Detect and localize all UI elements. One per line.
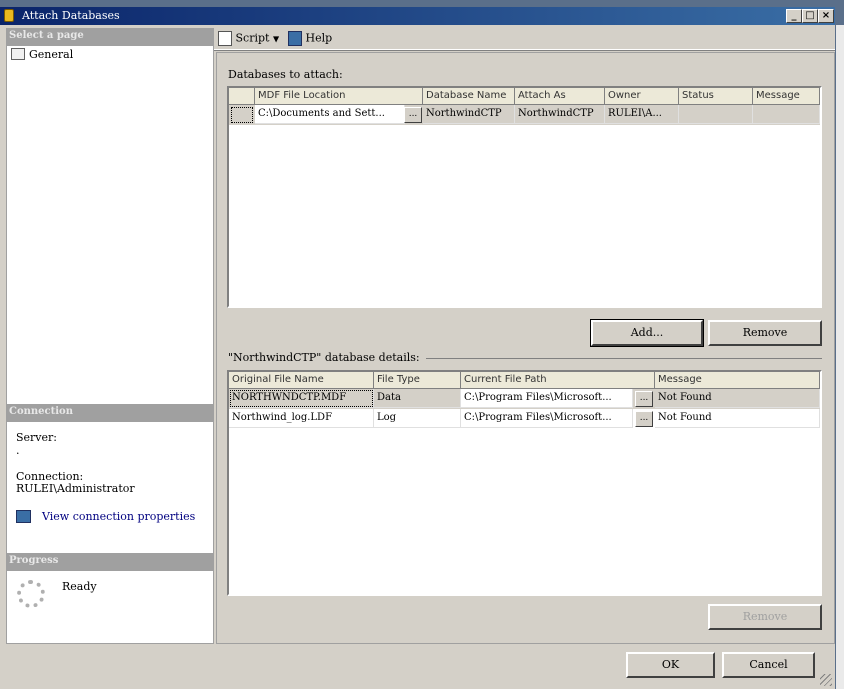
cell-file-type[interactable]: Log [374,409,461,428]
cell-original-file-name[interactable]: Northwind_log.LDF [229,409,374,428]
browse-path-button[interactable]: ... [635,411,653,427]
sidebar-item-general[interactable]: General [9,47,209,63]
col-owner[interactable]: Owner [605,88,679,105]
add-button[interactable]: Add... [590,319,704,347]
database-icon [4,9,14,22]
connection-value: RULEI\Administrator [16,482,135,495]
attach-section-label: Databases to attach: [228,68,343,81]
col-file-type[interactable]: File Type [374,372,461,389]
progress-header: Progress [6,553,214,571]
cell-current-file-path[interactable]: C:\Program Files\Microsoft... [461,409,633,428]
browse-mdf-button[interactable]: ... [404,107,422,123]
background-window-edge [836,25,844,689]
close-button[interactable]: × [818,9,834,23]
progress-status: Ready [62,580,97,593]
maximize-button[interactable]: □ [802,9,818,23]
remove-details-button[interactable]: Remove [708,604,822,630]
col-current-file-path[interactable]: Current File Path [461,372,655,389]
row-selector[interactable] [231,107,253,123]
cell-attach-as[interactable]: NorthwindCTP [515,105,605,124]
cell-file-type[interactable]: Data [374,389,461,408]
minimize-button[interactable]: _ [786,9,802,23]
help-label: Help [305,31,333,45]
ok-button[interactable]: OK [626,652,715,678]
col-status[interactable]: Status [679,88,753,105]
cell-owner[interactable]: RULEI\A... [605,105,679,124]
sidebar [6,28,214,644]
remove-attach-button[interactable]: Remove [708,320,822,346]
row-header-corner [229,88,255,105]
cell-original-file-name[interactable]: NORTHWNDCTP.MDF [229,389,374,408]
browse-path-button[interactable]: ... [635,391,653,407]
progress-spinner-icon [17,580,45,608]
cell-message [753,105,820,124]
cell-details-message: Not Found [655,389,820,408]
window-title: Attach Databases [22,9,120,22]
connection-header: Connection [6,404,214,422]
attach-grid[interactable]: MDF File Location Database Name Attach A… [227,86,822,308]
cell-status [679,105,753,124]
resize-grip-icon[interactable] [820,674,832,686]
help-icon [288,31,302,46]
help-button[interactable]: Help [288,31,332,46]
table-row[interactable]: C:\Documents and Sett... ... NorthwindCT… [229,105,820,125]
col-attach-as[interactable]: Attach As [515,88,605,105]
details-section-label: "NorthwindCTP" database details: [228,351,426,364]
script-icon [218,31,232,46]
properties-icon [16,510,31,523]
col-database-name[interactable]: Database Name [423,88,515,105]
cell-details-message: Not Found [655,409,820,428]
cell-mdf-location[interactable]: C:\Documents and Sett... [255,105,405,124]
title-bar: Attach Databases _ □ × [0,7,835,25]
cancel-button[interactable]: Cancel [722,652,815,678]
script-label: Script [235,31,270,45]
col-message[interactable]: Message [753,88,820,105]
details-grid[interactable]: Original File Name File Type Current Fil… [227,370,822,596]
sidebar-item-label: General [29,48,74,61]
server-label: Server: [16,431,57,444]
server-value: . [16,444,20,457]
script-button[interactable]: Script ▼ [218,31,279,46]
select-page-header: Select a page [6,28,214,46]
page-icon [11,48,25,60]
chevron-down-icon: ▼ [272,34,280,44]
col-mdf-location[interactable]: MDF File Location [255,88,423,105]
col-original-file-name[interactable]: Original File Name [229,372,374,389]
col-details-message[interactable]: Message [655,372,820,389]
view-connection-properties-link[interactable]: View connection properties [16,509,206,525]
cell-current-file-path[interactable]: C:\Program Files\Microsoft... [461,389,633,408]
table-row[interactable]: Northwind_log.LDF Log C:\Program Files\M… [229,409,820,429]
view-link-label: View connection properties [42,510,196,523]
cell-database-name[interactable]: NorthwindCTP [423,105,515,124]
table-row[interactable]: NORTHWNDCTP.MDF Data C:\Program Files\Mi… [229,389,820,409]
